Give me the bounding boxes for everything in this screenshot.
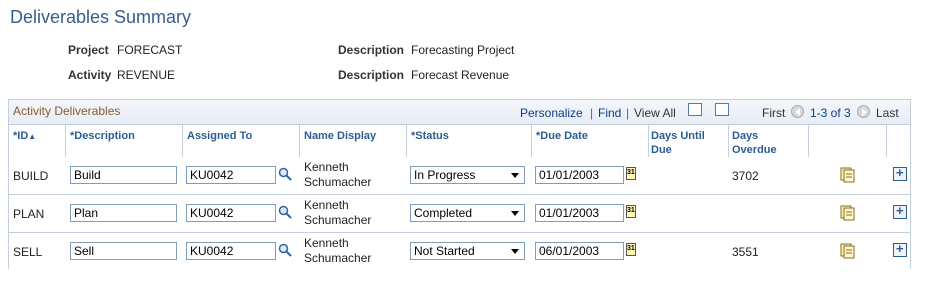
- details-document-icon[interactable]: [840, 167, 855, 183]
- status-selected: In Progress: [414, 168, 476, 182]
- table-row: SELL Sell KU0042 Kenneth Schumacher Not S…: [9, 233, 910, 270]
- view-all-link[interactable]: View All: [634, 106, 676, 120]
- description-input[interactable]: Build: [70, 166, 177, 184]
- activity-description-label: Description: [338, 68, 405, 82]
- days-overdue: 3551: [732, 245, 759, 259]
- col-assigned-to-header[interactable]: Assigned To: [187, 129, 252, 143]
- download-grid-icon[interactable]: [715, 103, 729, 116]
- col-days-overdue-header[interactable]: Days Overdue: [732, 129, 792, 157]
- grid-title: Activity Deliverables: [13, 104, 121, 118]
- name-last: Schumacher: [304, 175, 372, 189]
- next-row-icon[interactable]: [857, 105, 870, 118]
- deliverables-grid: Activity Deliverables Personalize | Find…: [8, 99, 911, 270]
- dropdown-arrow-icon: [511, 249, 519, 254]
- table-row: PLAN Plan KU0042 Kenneth Schumacher Compl…: [9, 195, 910, 233]
- details-document-icon[interactable]: [840, 205, 855, 221]
- previous-row-icon[interactable]: [791, 105, 804, 118]
- col-description-header[interactable]: *Description: [70, 129, 135, 143]
- calendar-icon[interactable]: [626, 167, 636, 180]
- row-id: PLAN: [13, 207, 45, 221]
- name-first: Kenneth: [304, 236, 349, 250]
- assigned-to-input[interactable]: KU0042: [186, 204, 276, 222]
- zoom-grid-icon[interactable]: [688, 103, 702, 116]
- col-id-header[interactable]: *ID▲: [13, 129, 36, 144]
- lookup-magnifier-icon[interactable]: [278, 205, 292, 219]
- status-select[interactable]: Completed: [410, 204, 525, 222]
- name-display: Kenneth Schumacher: [304, 160, 371, 190]
- description-input[interactable]: Plan: [70, 204, 177, 222]
- grid-toolbar: Activity Deliverables Personalize | Find…: [9, 100, 910, 125]
- row-id: SELL: [13, 245, 43, 259]
- name-last: Schumacher: [304, 213, 372, 227]
- assigned-to-input[interactable]: KU0042: [186, 242, 276, 260]
- name-display: Kenneth Schumacher: [304, 198, 371, 228]
- col-name-display-header[interactable]: Name Display: [304, 129, 376, 143]
- days-overdue: 3702: [732, 169, 759, 183]
- project-description-label: Description: [338, 43, 405, 57]
- activity-label: Activity: [68, 68, 112, 82]
- col-id-label: *ID: [13, 130, 29, 142]
- add-row-icon[interactable]: [893, 241, 907, 257]
- lookup-magnifier-icon[interactable]: [278, 243, 292, 257]
- status-selected: Not Started: [414, 244, 475, 258]
- row-id: BUILD: [13, 169, 49, 183]
- calendar-icon[interactable]: [626, 205, 636, 218]
- project-description-value: Forecasting Project: [411, 43, 515, 57]
- dropdown-arrow-icon: [511, 173, 519, 178]
- status-select[interactable]: Not Started: [410, 242, 525, 260]
- col-due-date-header[interactable]: *Due Date: [536, 129, 588, 143]
- column-header-row: *ID▲ *Description Assigned To Name Displ…: [9, 125, 910, 158]
- due-date-input[interactable]: 06/01/2003: [535, 242, 624, 260]
- assigned-to-input[interactable]: KU0042: [186, 166, 276, 184]
- details-document-icon[interactable]: [840, 243, 855, 259]
- activity-value: REVENUE: [117, 68, 176, 82]
- due-date-input[interactable]: 01/01/2003: [535, 204, 624, 222]
- name-first: Kenneth: [304, 198, 349, 212]
- description-input[interactable]: Sell: [70, 242, 177, 260]
- separator: |: [626, 106, 630, 120]
- add-row-icon[interactable]: [893, 203, 907, 219]
- add-row-icon[interactable]: [893, 165, 907, 181]
- separator: |: [590, 106, 594, 120]
- name-last: Schumacher: [304, 251, 372, 265]
- name-display: Kenneth Schumacher: [304, 236, 371, 266]
- sort-ascending-icon: ▲: [28, 132, 37, 141]
- col-status-header[interactable]: *Status: [411, 129, 449, 143]
- first-label: First: [762, 106, 786, 120]
- project-value: FORECAST: [117, 43, 183, 57]
- row-range: 1-3 of 3: [810, 106, 851, 120]
- last-label: Last: [876, 106, 899, 120]
- personalize-link[interactable]: Personalize: [520, 106, 583, 120]
- table-row: BUILD Build KU0042 Kenneth Schumacher In …: [9, 157, 910, 195]
- page-title: Deliverables Summary: [10, 7, 192, 27]
- find-link[interactable]: Find: [598, 106, 621, 120]
- col-days-until-due-header[interactable]: Days Until Due: [651, 129, 721, 157]
- name-first: Kenneth: [304, 160, 349, 174]
- activity-description-value: Forecast Revenue: [411, 68, 510, 82]
- lookup-magnifier-icon[interactable]: [278, 167, 292, 181]
- project-label: Project: [68, 43, 109, 57]
- dropdown-arrow-icon: [511, 211, 519, 216]
- status-select[interactable]: In Progress: [410, 166, 525, 184]
- status-selected: Completed: [414, 206, 473, 220]
- due-date-input[interactable]: 01/01/2003: [535, 166, 624, 184]
- calendar-icon[interactable]: [626, 243, 636, 256]
